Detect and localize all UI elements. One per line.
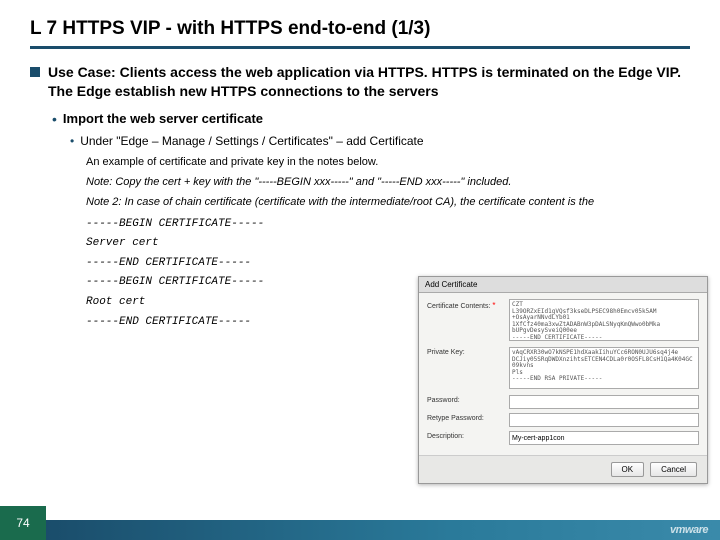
note-chain: Note 2: In case of chain certificate (ce… <box>86 196 690 208</box>
usecase-text: Use Case: Clients access the web applica… <box>48 63 690 101</box>
sub1-text: Import the web server certificate <box>63 111 263 128</box>
label-retype-password: Retype Password: <box>427 413 509 422</box>
cert-line: Server cert <box>86 235 690 253</box>
sub2-text: Under "Edge – Manage / Settings / Certif… <box>80 134 423 148</box>
add-certificate-dialog: Add Certificate Certificate Contents:* P… <box>418 276 708 484</box>
label-description: Description: <box>427 431 509 440</box>
bullet-dot-icon: • <box>70 134 74 148</box>
note-copy: Note: Copy the cert + key with the "----… <box>86 176 690 188</box>
description-input[interactable] <box>509 431 699 445</box>
password-input[interactable] <box>509 395 699 409</box>
label-password: Password: <box>427 395 509 404</box>
page-number: 74 <box>0 506 46 540</box>
footer: 74 vmware <box>0 506 720 540</box>
private-key-textarea[interactable] <box>509 347 699 389</box>
cert-line: -----END CERTIFICATE----- <box>86 255 690 273</box>
note-example: An example of certificate and private ke… <box>86 156 690 168</box>
slide-title: L 7 HTTPS VIP - with HTTPS end-to-end (1… <box>30 18 690 49</box>
vmware-logo: vmware <box>670 524 708 536</box>
bullet-square-icon <box>30 67 40 77</box>
bullet-dot-icon: • <box>52 111 57 128</box>
cert-line: -----BEGIN CERTIFICATE----- <box>86 216 690 234</box>
retype-password-input[interactable] <box>509 413 699 427</box>
label-cert-contents: Certificate Contents:* <box>427 299 509 310</box>
label-private-key: Private Key: <box>427 347 509 356</box>
dialog-title: Add Certificate <box>419 277 707 293</box>
cert-contents-textarea[interactable] <box>509 299 699 341</box>
cancel-button[interactable]: Cancel <box>650 462 697 477</box>
required-star-icon: * <box>492 301 495 310</box>
ok-button[interactable]: OK <box>611 462 645 477</box>
